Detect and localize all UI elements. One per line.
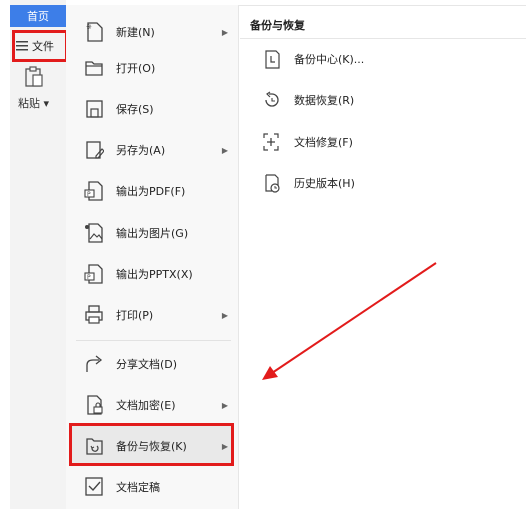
- red-arrow-annotation: [262, 262, 437, 380]
